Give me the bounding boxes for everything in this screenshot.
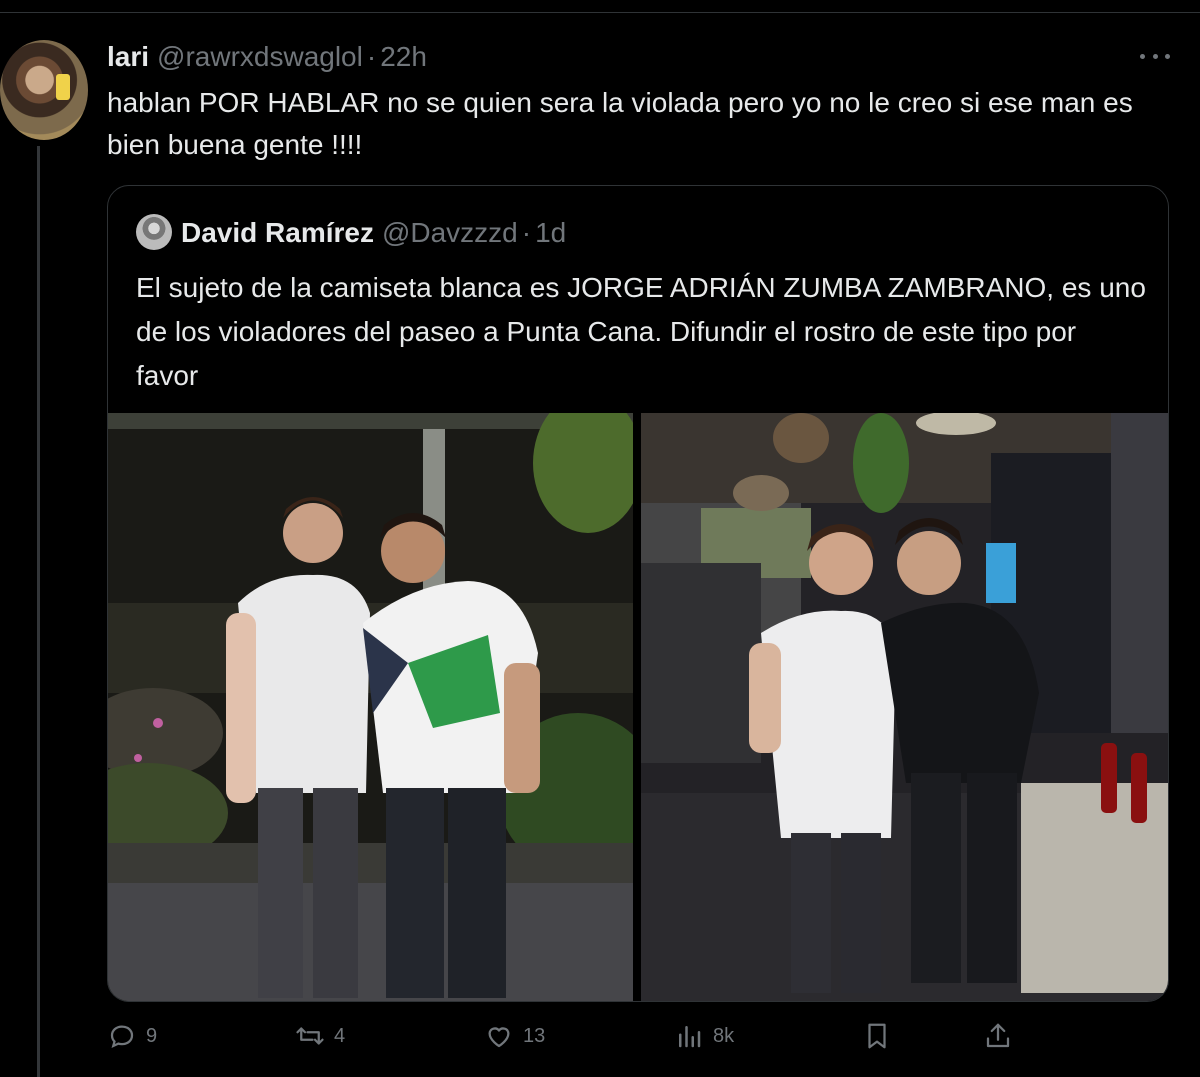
quoted-tweet-timestamp[interactable]: 1d: [535, 217, 566, 249]
reply-count: 9: [146, 1024, 158, 1047]
quoted-author-handle[interactable]: @Davzzzd: [382, 217, 518, 249]
bookmark-button[interactable]: [862, 1016, 892, 1056]
photo-two-men-outdoor-night-icon: [108, 413, 633, 1001]
top-divider: [0, 12, 1200, 13]
like-button[interactable]: 13: [484, 1016, 545, 1056]
view-count: 8k: [713, 1024, 735, 1047]
header-separator: ·: [366, 41, 377, 72]
tweet-timestamp[interactable]: 22h: [380, 41, 427, 73]
quoted-photo-2[interactable]: [641, 413, 1168, 1001]
repost-icon: [296, 1027, 324, 1045]
author-handle[interactable]: @rawrxdswaglol: [157, 41, 363, 73]
quoted-tweet-header: David Ramírez @Davzzzd · 1d: [181, 215, 566, 251]
tweet-action-bar: 9 4 13 8k: [107, 1016, 1167, 1056]
tweet-header: lari @rawrxdswaglol · 22h: [107, 40, 427, 74]
reply-icon: [110, 1025, 134, 1049]
author-display-name[interactable]: lari: [107, 41, 149, 73]
repost-count: 4: [334, 1024, 346, 1047]
more-options-icon[interactable]: [1140, 44, 1170, 68]
share-icon: [986, 1023, 1010, 1048]
share-button[interactable]: [983, 1016, 1013, 1056]
like-count: 13: [523, 1024, 546, 1047]
views-button[interactable]: 8k: [674, 1016, 734, 1056]
repost-button[interactable]: 4: [295, 1016, 345, 1056]
reply-button[interactable]: 9: [107, 1016, 157, 1056]
quoted-author-display-name[interactable]: David Ramírez: [181, 217, 374, 249]
photo-two-men-in-bar-icon: [641, 413, 1168, 1001]
tweet-text: hablan POR HABLAR no se quien sera la vi…: [107, 87, 1133, 160]
heart-icon: [488, 1027, 510, 1048]
thread-connector-line: [37, 146, 40, 1077]
quoted-photo-1[interactable]: [108, 413, 633, 1001]
quoted-tweet-text: El sujeto de la camiseta blanca es JORGE…: [136, 272, 1146, 391]
bookmark-icon: [868, 1023, 886, 1049]
analytics-icon: [679, 1026, 701, 1048]
author-avatar[interactable]: [0, 40, 88, 140]
quoted-header-separator: ·: [521, 217, 532, 248]
quoted-author-avatar[interactable]: [136, 214, 172, 250]
quoted-tweet-card[interactable]: David Ramírez @Davzzzd · 1d El sujeto de…: [107, 185, 1169, 1002]
